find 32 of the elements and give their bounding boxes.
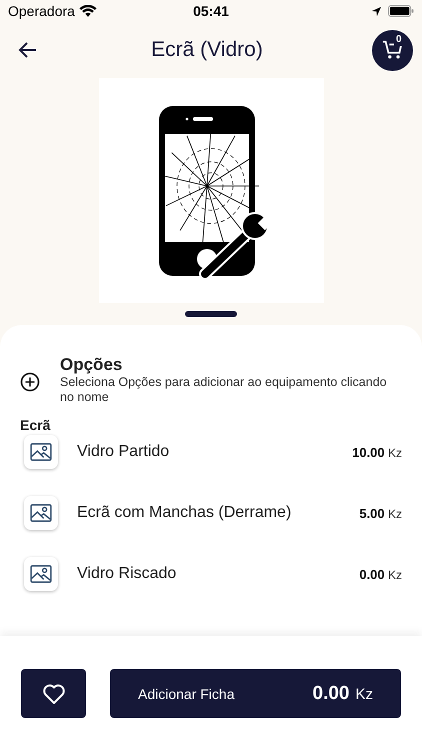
cart-count: 0 xyxy=(394,34,404,46)
page-indicator[interactable] xyxy=(185,311,237,317)
image-icon xyxy=(30,504,52,522)
section-title: Ecrã xyxy=(20,417,52,433)
image-icon xyxy=(30,443,52,461)
currency-label: Kz xyxy=(355,686,373,702)
battery-icon xyxy=(388,5,414,17)
option-item[interactable]: Vidro Partido 10.00 Kz xyxy=(20,435,402,469)
item-name: Vidro Riscado xyxy=(77,565,178,583)
option-item[interactable]: Ecrã com Manchas (Derrame) 5.00 Kz xyxy=(20,496,402,530)
image-icon xyxy=(30,565,52,583)
clock-time: 05:41 xyxy=(193,3,229,19)
add-button[interactable]: Adicionar Ficha 0.00 Kz xyxy=(110,669,401,718)
option-item[interactable]: Vidro Riscado 0.00 Kz xyxy=(20,557,402,591)
options-description: Seleciona Opções para adicionar ao equipamento clicando no nome xyxy=(60,375,388,405)
item-name: Vidro Partido xyxy=(77,443,170,461)
favorite-button[interactable] xyxy=(21,669,86,718)
page-title: Ecrã (Vidro) xyxy=(150,38,264,62)
add-button-label: Adicionar Ficha xyxy=(138,686,234,702)
carrier-name: Operadora xyxy=(8,3,75,19)
total-amount: 0.00 xyxy=(312,682,350,704)
options-title: Opções xyxy=(60,355,124,375)
item-price: 5.00 Kz xyxy=(359,506,402,520)
item-price: 10.00 Kz xyxy=(352,444,402,460)
item-price: 0.00 Kz xyxy=(359,566,402,582)
location-arrow-icon xyxy=(371,6,382,16)
wifi-icon xyxy=(78,4,97,18)
back-arrow-icon xyxy=(18,40,38,60)
add-circle-icon xyxy=(20,372,40,392)
item-name: Ecrã com Manchas (Derrame) xyxy=(77,504,292,522)
cart-button[interactable]: 0 xyxy=(372,30,413,70)
heart-icon xyxy=(42,682,66,704)
